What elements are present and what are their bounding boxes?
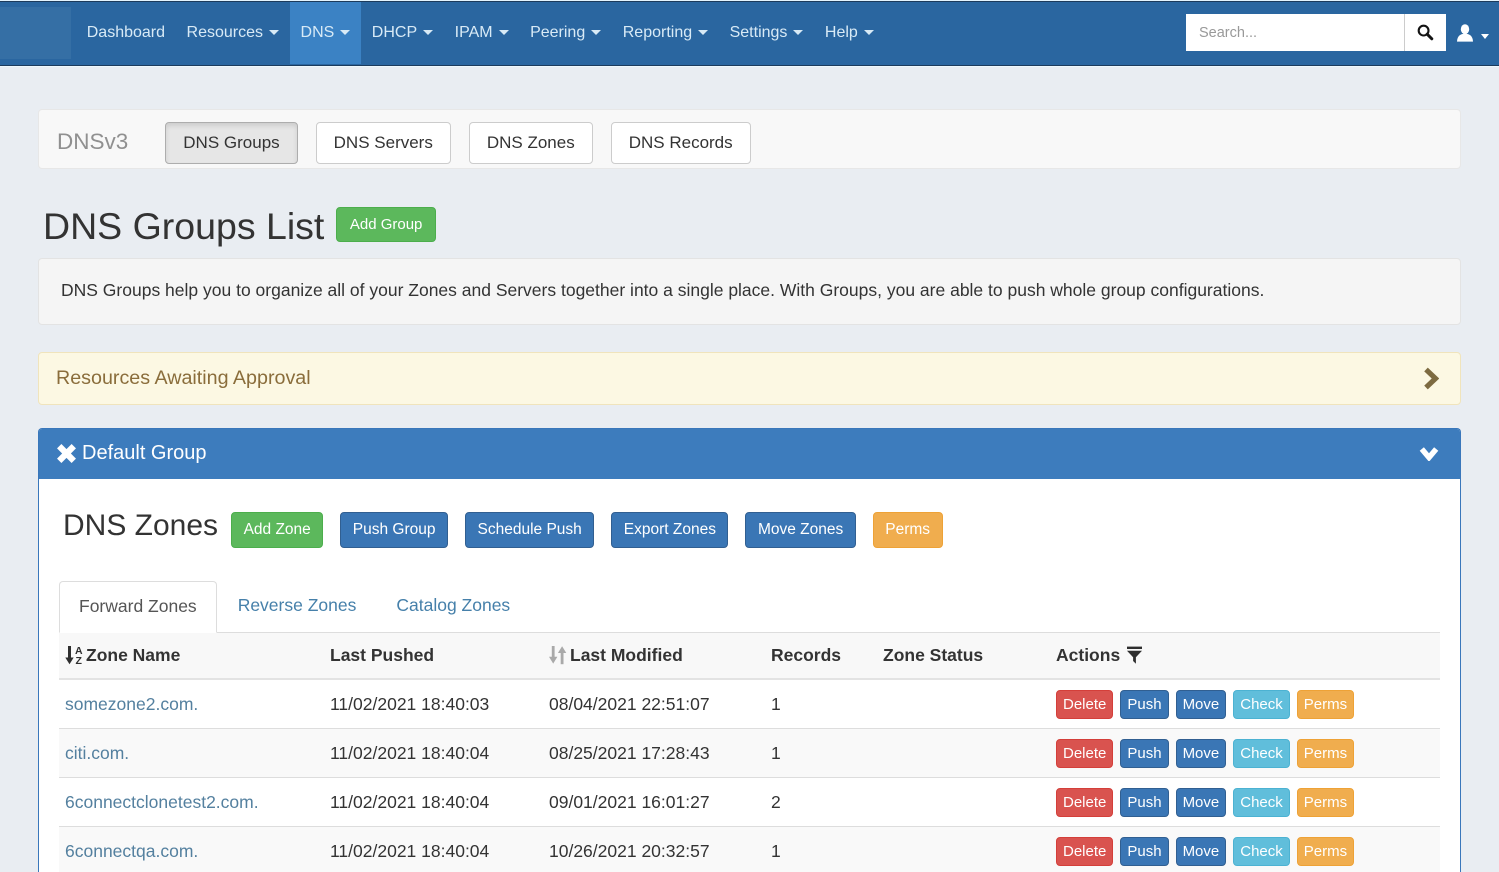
svg-text:Z: Z (76, 655, 83, 664)
